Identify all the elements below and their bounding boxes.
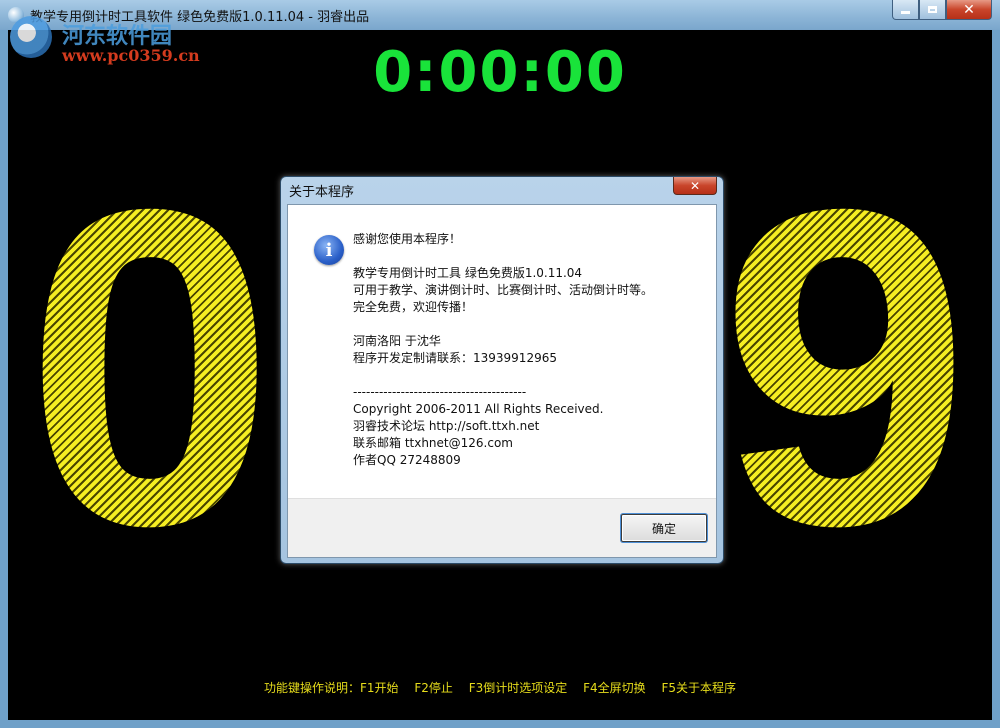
message-line: 作者QQ 27248809 — [353, 453, 461, 467]
maximize-icon — [928, 6, 937, 13]
message-line: 河南洛阳 于沈华 — [353, 334, 441, 348]
about-dialog: 关于本程序 ✕ i 感谢您使用本程序！ 教学专用倒计时工具 绿色免费版1.0.1… — [280, 176, 724, 564]
big-digit-right-text: 9 — [719, 117, 971, 619]
function-key-help: 功能键操作说明：F1开始 F2停止 F3倒计时选项设定 F4全屏切换 F5关于本… — [0, 679, 1000, 696]
close-icon: ✕ — [963, 1, 975, 18]
dialog-body: i 感谢您使用本程序！ 教学专用倒计时工具 绿色免费版1.0.11.04 可用于… — [287, 204, 717, 558]
help-f5: F5关于本程序 — [661, 681, 737, 695]
message-line: 感谢您使用本程序！ — [353, 232, 462, 246]
dialog-title: 关于本程序 — [289, 185, 355, 200]
message-line: 教学专用倒计时工具 绿色免费版1.0.11.04 — [353, 266, 583, 280]
countdown-clock: 0:00:00 — [373, 40, 627, 105]
big-digit-left: 0 — [10, 143, 290, 593]
message-line: 程序开发定制请联系：13939912965 — [353, 351, 557, 365]
minimize-button[interactable] — [892, 0, 919, 20]
message-line: ---------------------------------------- — [353, 385, 527, 399]
info-icon: i — [314, 235, 344, 265]
message-line: 羽睿技术论坛 http://soft.ttxh.net — [353, 419, 540, 433]
minimize-icon — [901, 11, 910, 14]
message-line: 可用于教学、演讲倒计时、比赛倒计时、活动倒计时等。 — [353, 283, 654, 297]
dialog-message: 感谢您使用本程序！ 教学专用倒计时工具 绿色免费版1.0.11.04 可用于教学… — [353, 231, 653, 469]
close-button[interactable]: ✕ — [946, 0, 992, 20]
help-f3: F3倒计时选项设定 — [468, 681, 568, 695]
dialog-close-button[interactable]: ✕ — [673, 177, 717, 195]
help-f4: F4全屏切换 — [583, 681, 646, 695]
help-f1: 功能键操作说明：F1开始 — [263, 681, 399, 695]
big-digit-right: 9 — [705, 143, 985, 593]
ok-button[interactable]: 确定 — [621, 514, 707, 542]
big-digit-left-text: 0 — [24, 117, 276, 619]
help-f2: F2停止 — [414, 681, 453, 695]
maximize-button[interactable] — [919, 0, 946, 20]
message-line: 联系邮箱 ttxhnet@126.com — [353, 436, 513, 450]
message-line: 完全免费，欢迎传播！ — [353, 300, 474, 314]
dialog-footer: 确定 — [288, 498, 716, 557]
message-line: Copyright 2006-2011 All Rights Received. — [353, 402, 604, 416]
close-icon: ✕ — [689, 178, 701, 193]
